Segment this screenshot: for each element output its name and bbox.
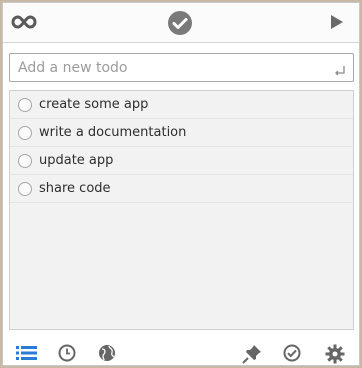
play-icon[interactable] xyxy=(330,14,344,34)
todo-list: create some app write a documentation up… xyxy=(9,90,354,330)
todo-label: create some app xyxy=(39,97,149,112)
todo-item[interactable]: update app xyxy=(10,147,353,175)
infinity-icon[interactable] xyxy=(11,12,37,36)
pin-icon[interactable] xyxy=(242,344,262,368)
check-circle-icon[interactable] xyxy=(283,344,301,366)
enter-return-icon[interactable] xyxy=(334,62,346,81)
todo-checkbox[interactable] xyxy=(18,98,32,112)
todo-label: write a documentation xyxy=(39,125,187,140)
gear-icon[interactable] xyxy=(325,344,345,368)
new-todo-field[interactable] xyxy=(9,53,354,82)
todo-label: share code xyxy=(39,181,111,196)
clock-icon[interactable] xyxy=(58,344,76,366)
todo-item[interactable]: create some app xyxy=(10,91,353,119)
list-icon[interactable] xyxy=(16,344,38,366)
todo-checkbox[interactable] xyxy=(18,126,32,140)
globe-icon[interactable] xyxy=(98,344,116,366)
new-todo-input[interactable] xyxy=(10,54,330,81)
todo-item[interactable]: write a documentation xyxy=(10,119,353,147)
todo-label: update app xyxy=(39,153,114,168)
checkmark-logo-icon xyxy=(167,10,193,40)
todo-app-window: create some app write a documentation up… xyxy=(2,2,360,366)
todo-item[interactable]: share code xyxy=(10,175,353,203)
header-bar xyxy=(3,3,359,43)
todo-checkbox[interactable] xyxy=(18,182,32,196)
todo-checkbox[interactable] xyxy=(18,154,32,168)
footer-toolbar xyxy=(3,339,359,365)
